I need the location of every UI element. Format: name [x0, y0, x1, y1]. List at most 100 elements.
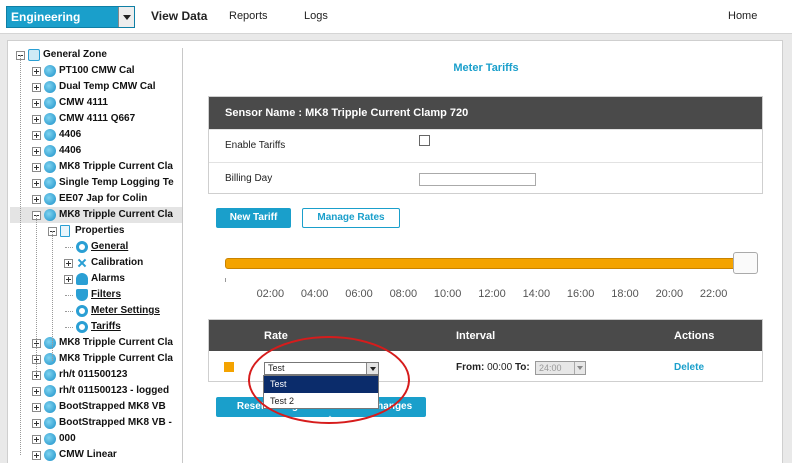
- tree-node-label: Tariffs: [91, 321, 121, 332]
- expand-icon[interactable]: [32, 419, 41, 428]
- billing-day-input[interactable]: [419, 173, 536, 186]
- billing-day-row: Billing Day: [209, 162, 762, 195]
- timeline-tick-label: 20:00: [655, 288, 684, 300]
- tree-node-label: MK8 Tripple Current Cla: [59, 337, 173, 348]
- timeline-handle[interactable]: [733, 252, 758, 274]
- tree-node-label: Calibration: [91, 257, 144, 268]
- expand-icon[interactable]: [32, 99, 41, 108]
- tree-node[interactable]: MK8 Tripple Current Cla: [10, 159, 182, 175]
- tree-node[interactable]: CMW 4111: [10, 95, 182, 111]
- rate-color-swatch: [224, 362, 234, 372]
- nav-view-data[interactable]: View Data: [151, 9, 207, 23]
- ring-icon: [76, 305, 88, 317]
- delete-rate-link[interactable]: Delete: [674, 362, 704, 373]
- tree-node-label: Filters: [91, 289, 122, 300]
- top-bar: Engineering View Data Reports Logs Home: [0, 0, 792, 34]
- expand-icon[interactable]: [32, 451, 41, 460]
- to-label: To:: [514, 362, 530, 373]
- ring-icon: [76, 241, 88, 253]
- tree-node-label: MK8 Tripple Current Cla: [59, 209, 173, 220]
- expand-icon[interactable]: [32, 403, 41, 412]
- manage-rates-button[interactable]: Manage Rates: [302, 208, 400, 228]
- nav-home[interactable]: Home: [728, 10, 757, 22]
- tree-node-label: BootStrapped MK8 VB -: [59, 417, 172, 428]
- globe-icon: [28, 49, 40, 61]
- tree-connector: [65, 247, 73, 248]
- timeline-tick-label: 22:00: [699, 288, 728, 300]
- expand-icon[interactable]: [32, 115, 41, 124]
- tree-node[interactable]: CMW Linear: [10, 447, 182, 463]
- sensor-icon: [44, 337, 56, 349]
- timeline-tick-label: 04:00: [300, 288, 329, 300]
- tree-connector: [36, 215, 37, 375]
- bell-icon: [76, 273, 88, 285]
- tree-node-label: Alarms: [91, 273, 125, 284]
- tree-node[interactable]: 4406: [10, 127, 182, 143]
- tree-node-label: CMW 4111 Q667: [59, 113, 136, 124]
- tree-node[interactable]: BootStrapped MK8 VB -: [10, 415, 182, 431]
- ring-icon: [76, 321, 88, 333]
- sensor-icon: [44, 401, 56, 413]
- nav-logs[interactable]: Logs: [304, 10, 328, 22]
- timeline-tick-label: 02:00: [256, 288, 285, 300]
- tree-node[interactable]: PT100 CMW Cal: [10, 63, 182, 79]
- tree-node[interactable]: Single Temp Logging Te: [10, 175, 182, 191]
- to-time-select[interactable]: 24:00: [535, 361, 586, 375]
- sensor-tree: General Zone PT100 CMW Cal Dual Temp CMW C…: [10, 47, 182, 463]
- timeline-start-tick: [225, 278, 226, 282]
- tree-node[interactable]: CMW 4111 Q667: [10, 111, 182, 127]
- tree-node-label: CMW Linear: [59, 449, 117, 460]
- timeline-tick-label: 12:00: [478, 288, 506, 300]
- to-time-value: 24:00: [539, 363, 562, 373]
- sensor-icon: [44, 177, 56, 189]
- expand-icon[interactable]: [32, 435, 41, 444]
- sensor-icon: [44, 65, 56, 77]
- page-title: Meter Tariffs: [453, 62, 519, 74]
- site-select-value: Engineering: [11, 10, 81, 24]
- timeline-tick-label: 10:00: [433, 288, 462, 300]
- tree-node-label: Single Temp Logging Te: [59, 177, 174, 188]
- expand-icon[interactable]: [32, 179, 41, 188]
- expand-icon[interactable]: [32, 67, 41, 76]
- nav-reports[interactable]: Reports: [229, 10, 268, 22]
- enable-tariffs-label: Enable Tariffs: [225, 140, 286, 151]
- expand-icon[interactable]: [32, 195, 41, 204]
- new-tariff-button[interactable]: New Tariff: [216, 208, 291, 228]
- chevron-down-icon[interactable]: [118, 7, 134, 27]
- tree-node[interactable]: BootStrapped MK8 VB: [10, 399, 182, 415]
- tree-node[interactable]: EE07 Jap for Colin: [10, 191, 182, 207]
- tree-divider: [182, 48, 183, 463]
- expand-icon[interactable]: [32, 387, 41, 396]
- tree-node[interactable]: Dual Temp CMW Cal: [10, 79, 182, 95]
- expand-icon[interactable]: [32, 83, 41, 92]
- tree-node[interactable]: rh/t 011500123 - logged: [10, 383, 182, 399]
- tree-node[interactable]: 4406: [10, 143, 182, 159]
- sensor-icon: [44, 145, 56, 157]
- enable-tariffs-checkbox[interactable]: [419, 135, 430, 146]
- expand-icon[interactable]: [32, 131, 41, 140]
- tree-node[interactable]: 000: [10, 431, 182, 447]
- interval-from: From: 00:00 To:: [456, 362, 530, 373]
- sensor-icon: [44, 161, 56, 173]
- expand-icon[interactable]: [32, 147, 41, 156]
- tree-node-label: Properties: [75, 225, 125, 236]
- sensor-icon: [44, 193, 56, 205]
- timeline-tick-label: 08:00: [389, 288, 418, 300]
- sensor-icon: [44, 81, 56, 93]
- shield-icon: [76, 289, 88, 301]
- sensor-card: Sensor Name : MK8 Tripple Current Clamp …: [208, 96, 763, 194]
- red-annotation-ellipse: [248, 336, 410, 424]
- tree-node-label: 000: [59, 433, 76, 444]
- sensor-icon: [44, 129, 56, 141]
- sensor-icon: [44, 353, 56, 365]
- tariff-timeline-bar[interactable]: [225, 258, 758, 269]
- sensor-icon: [44, 417, 56, 429]
- tree-node[interactable]: General Zone: [10, 47, 182, 63]
- expand-icon[interactable]: [64, 259, 73, 268]
- expand-icon[interactable]: [64, 275, 73, 284]
- tree-node-label: Dual Temp CMW Cal: [59, 81, 156, 92]
- site-select[interactable]: Engineering: [6, 6, 135, 28]
- sensor-heading: Sensor Name : MK8 Tripple Current Clamp …: [209, 97, 762, 129]
- timeline-tick-label: 16:00: [566, 288, 595, 300]
- expand-icon[interactable]: [32, 163, 41, 172]
